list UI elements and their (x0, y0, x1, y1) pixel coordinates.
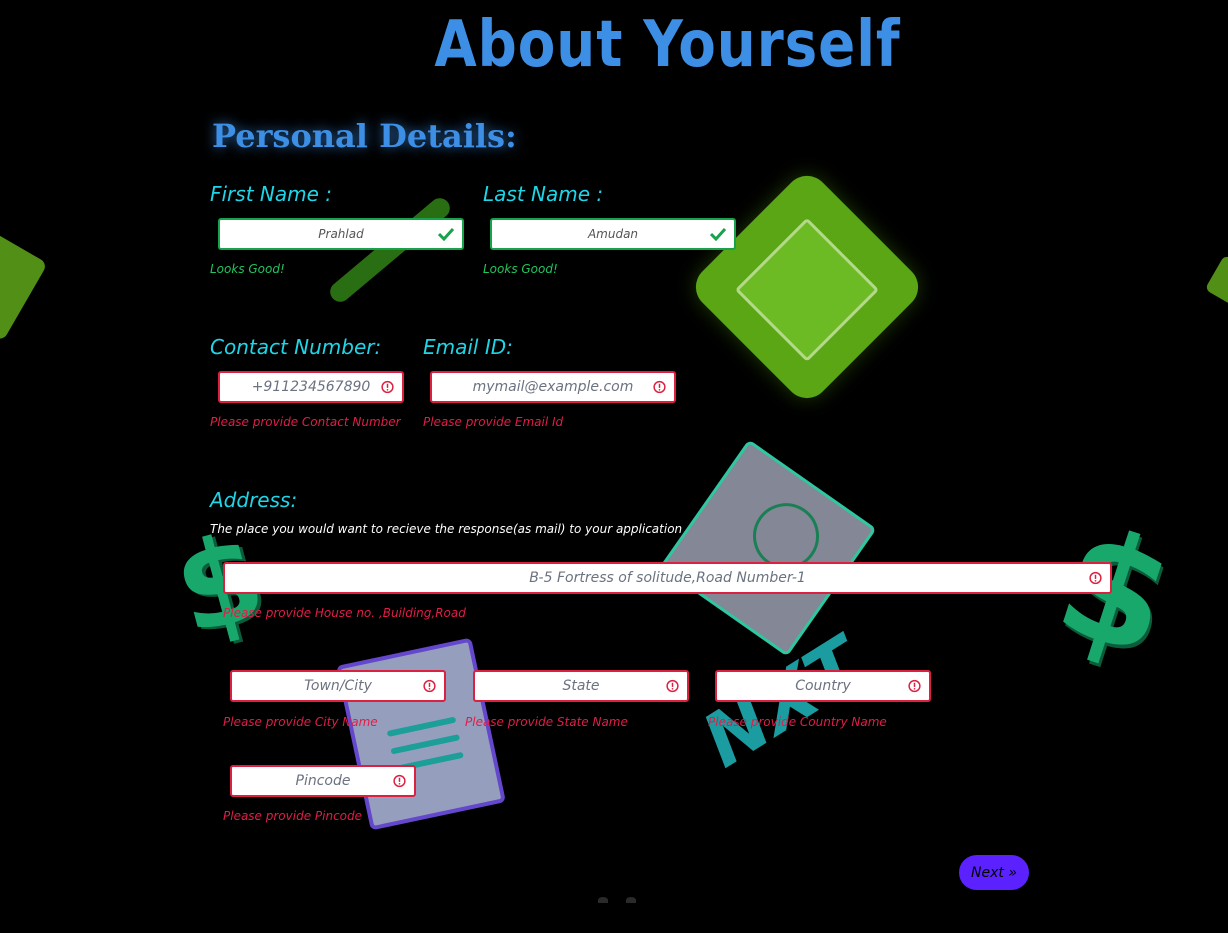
background-pencil (326, 194, 454, 306)
page-dot[interactable] (626, 897, 636, 903)
address-hint: The place you would want to recieve the … (210, 522, 683, 536)
next-button[interactable]: Next » (959, 855, 1029, 890)
page-title: About Yourself (434, 8, 901, 82)
contact-number-label: Contact Number: (210, 335, 382, 359)
error-icon (393, 774, 406, 788)
background-notebook-icon (686, 166, 928, 408)
contact-number-error: Please provide Contact Number (210, 415, 401, 429)
first-name-valid-message: Looks Good! (210, 262, 285, 276)
last-name-input[interactable]: Amudan (490, 218, 736, 250)
section-title: Personal Details: (212, 117, 517, 155)
state-input[interactable]: State (473, 670, 689, 702)
checkmark-icon (710, 227, 726, 241)
error-icon (666, 679, 679, 693)
pincode-error: Please provide Pincode (223, 809, 363, 823)
error-icon (381, 380, 394, 394)
contact-number-input[interactable]: +911234567890 (218, 371, 404, 403)
address-line-error: Please provide House no. ,Building,Road (223, 606, 466, 620)
checkmark-icon (438, 227, 454, 241)
page-indicator (598, 897, 636, 903)
pincode-input[interactable]: Pincode (230, 765, 416, 797)
email-input[interactable]: mymail@example.com (430, 371, 676, 403)
background-decoration (1204, 254, 1228, 310)
background-newspaper-icon (659, 439, 877, 657)
last-name-valid-message: Looks Good! (483, 262, 558, 276)
background-decoration (0, 228, 48, 342)
address-label: Address: (210, 488, 298, 512)
error-icon (423, 679, 436, 693)
country-error: Please provide Country Name (708, 715, 887, 729)
background-document-icon (336, 637, 506, 831)
first-name-input[interactable]: Prahlad (218, 218, 464, 250)
last-name-label: Last Name : (483, 182, 604, 206)
state-error: Please provide State Name (465, 715, 628, 729)
page-dot[interactable] (598, 897, 608, 903)
city-input[interactable]: Town/City (230, 670, 446, 702)
email-error: Please provide Email Id (423, 415, 564, 429)
address-line-input[interactable]: B-5 Fortress of solitude,Road Number-1 (223, 562, 1112, 594)
first-name-label: First Name : (210, 182, 333, 206)
city-error: Please provide City Name (223, 715, 378, 729)
error-icon (908, 679, 921, 693)
email-label: Email ID: (423, 335, 513, 359)
error-icon (653, 380, 666, 394)
error-icon (1089, 571, 1102, 585)
country-input[interactable]: Country (715, 670, 931, 702)
